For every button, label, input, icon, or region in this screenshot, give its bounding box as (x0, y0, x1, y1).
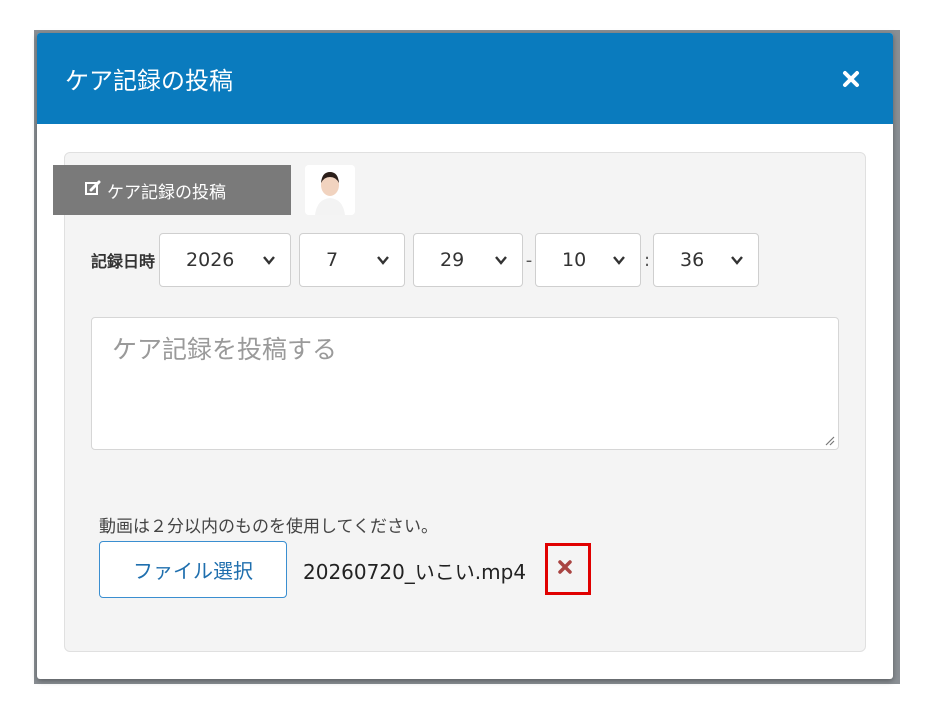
year-select[interactable]: 2026 (159, 233, 292, 287)
resize-handle-icon[interactable] (823, 434, 835, 446)
tab-label: ケア記録の投稿 (107, 182, 226, 203)
hour-value: 10 (562, 249, 587, 271)
upload-notice: 動画は２分以内のものを使用してください。 (99, 517, 438, 537)
tab-care-record-post[interactable]: ケア記録の投稿 (53, 165, 291, 215)
selected-file-name: 20260720_いこい.mp4 (303, 560, 527, 584)
year-value: 2026 (186, 249, 235, 271)
avatar (305, 165, 355, 215)
modal-body: ケア記録の投稿 記録日時 2026 7 29 - 10 : 36 ケア記録を投稿… (37, 33, 893, 679)
month-select[interactable]: 7 (299, 233, 406, 287)
care-record-textarea[interactable]: ケア記録を投稿する (91, 317, 839, 450)
month-value: 7 (326, 249, 339, 271)
remove-file-highlight (545, 543, 591, 595)
edit-icon (85, 180, 101, 201)
chevron-down-icon (263, 256, 275, 265)
chevron-down-icon (495, 256, 507, 265)
day-select[interactable]: 29 (413, 233, 524, 287)
textarea-placeholder: ケア記録を投稿する (112, 335, 338, 364)
minute-select[interactable]: 36 (653, 233, 760, 287)
remove-file-icon[interactable] (557, 559, 573, 579)
hour-select[interactable]: 10 (535, 233, 642, 287)
chevron-down-icon (377, 256, 389, 265)
record-date-row: 記録日時 2026 7 29 - 10 : 36 (91, 232, 760, 288)
time-separator: : (643, 249, 651, 271)
chevron-down-icon (613, 256, 625, 265)
minute-value: 36 (680, 249, 705, 271)
record-date-label: 記録日時 (91, 252, 156, 271)
chevron-down-icon (731, 256, 743, 265)
file-select-button[interactable]: ファイル選択 (99, 541, 287, 598)
day-value: 29 (440, 249, 465, 271)
date-time-separator: - (525, 249, 533, 271)
